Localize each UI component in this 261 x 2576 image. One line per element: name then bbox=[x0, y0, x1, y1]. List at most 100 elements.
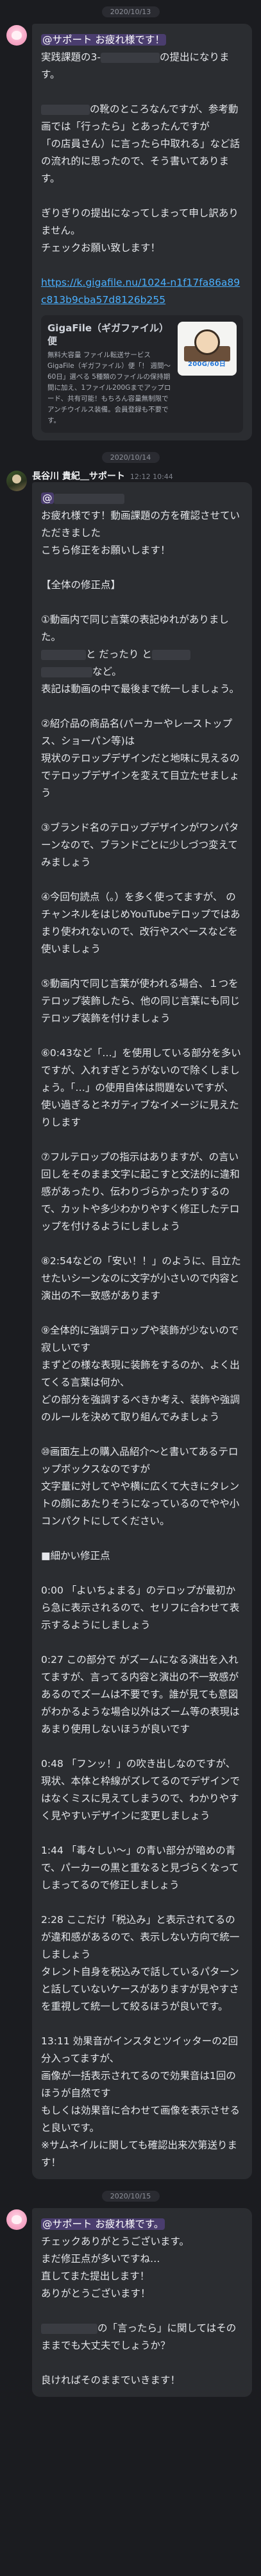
message-line: まずどの様な表現に装飾をするのか、よく出てくる言葉は何か、 bbox=[41, 1359, 240, 1388]
message-line: お疲れ様です！動画課題の方を確認させていただきました bbox=[41, 510, 240, 539]
mascot-face-icon bbox=[194, 329, 220, 355]
message-bubble: @ お疲れ様です！動画課題の方を確認させていただきました こちら修正をお願いしま… bbox=[32, 482, 252, 2179]
message-line: 「の店員さん）に言ったら中取れる」など話の流れ的に思ったので、そう書いてあります… bbox=[41, 138, 240, 184]
message-line: ①動画内で同じ言葉の表記ゆれがありました。 bbox=[41, 614, 229, 643]
message-line: ②紹介品の商品名(パーカーやレーストップス、ショーパン等)は bbox=[41, 718, 233, 747]
avatar[interactable] bbox=[6, 25, 27, 46]
message-line: 0:00 「よいちょまる」のテロップが最初から急に表示されるので、セリフに合わせ… bbox=[41, 1585, 240, 1631]
redacted-text bbox=[41, 666, 92, 677]
message-line: @ bbox=[41, 490, 243, 507]
message-line: ⑧2:54などの「安い！！」のように、目立たせたいシーンなのに文字が小さいので内… bbox=[41, 1255, 241, 1301]
message-header: 長谷川 貴紀＿サポート 12:12 10:44 bbox=[32, 469, 252, 482]
message-line: 現状のテロップデザインだと地味に見えるのでテロップデザインを変えて目立たせましょ… bbox=[41, 753, 240, 799]
message-line: ありがとうございます！ bbox=[41, 2288, 151, 2299]
message-line: 0:27 この部分で がズームになる演出を入れてますが、言ってる内容と演出の不一… bbox=[41, 1654, 240, 1735]
message-line: もしくは効果音に合わせて画像を表示させると良いです。 bbox=[41, 2105, 240, 2134]
message-line: どの部分を強調するべきか考え、装飾や強調のルールを決めて取り組んでみましょう bbox=[41, 1394, 240, 1423]
message-line: 直してまた提出します！ bbox=[41, 2270, 150, 2282]
message-line: の「言ったら」に関してはそのままでも大丈夫でしょうか？ bbox=[41, 2322, 237, 2351]
gigafile-link[interactable]: https://k.gigafile.nu/1024-n1f17fa86a89c… bbox=[41, 274, 243, 309]
message-line: ④今回句読点（。）を多く使ってますが、 のチャンネルをはじめYouTubeテロッ… bbox=[41, 891, 240, 955]
message-line: @サポート お疲れ様です！ bbox=[41, 31, 243, 49]
message-line: まだ修正点が多いですね… bbox=[41, 2253, 160, 2265]
message-line: 1:44 「毒々しい〜」の青い部分が暗めの青で、パーカーの黒と重なると見づらくな… bbox=[41, 1845, 239, 1891]
message-line: @サポート お疲れ様です。 bbox=[41, 2216, 243, 2233]
link-preview-description: 無料大容量 ファイル転送サービス GigaFile（ギガファイル）便「！ 週間～… bbox=[47, 351, 171, 424]
message-line: 13:11 効果音がインスタとツイッターの2回分入ってますが、 bbox=[41, 2035, 239, 2064]
link-preview-text: GigaFile（ギガファイル）便 無料大容量 ファイル転送サービス GigaF… bbox=[47, 322, 171, 426]
avatar[interactable] bbox=[6, 471, 27, 491]
message-line: 実践課題の3- の提出になります。 bbox=[41, 51, 230, 80]
link-preview-title: GigaFile（ギガファイル）便 bbox=[47, 322, 169, 347]
message-line: ⑩画面左上の購入品紹介〜と書いてあるテロップボックスなのですが bbox=[41, 1446, 239, 1475]
message-line: ⑥0:43など「…」を使用している部分を多いですが、入れすぎとうがないので除くし… bbox=[41, 1047, 241, 1128]
message-line: チェックお願い致します！ bbox=[41, 242, 161, 254]
timestamp: 12:12 10:44 bbox=[130, 473, 173, 481]
message-bubble: @サポート お疲れ様です！ 実践課題の3- の提出になります。 の靴のところなんで… bbox=[32, 24, 252, 440]
message-line: 0:48 「フンッ！」の吹き出しなのですが、現状、本体と枠線がズレてるのでデザイ… bbox=[41, 1758, 240, 1822]
redacted-text bbox=[151, 649, 190, 660]
chat-message: @サポート お疲れ様です！ 実践課題の3- の提出になります。 の靴のところなんで… bbox=[0, 24, 261, 440]
message-line: の靴のところなんですが、参考動画では「行ったら」とあったんですが bbox=[41, 103, 239, 132]
chat-message: 長谷川 貴紀＿サポート 12:12 10:44 @ お疲れ様です！動画課題の方を… bbox=[0, 469, 261, 2179]
date-separator: 2020/10/14 bbox=[101, 452, 160, 463]
message-line: チェックありがとうございます。 bbox=[41, 2236, 189, 2247]
message-line: ⑨全体的に強調テロップや装飾が少ないので寂しいです bbox=[41, 1325, 239, 1353]
message-line: 良ければそのままでいきます！ bbox=[41, 2374, 181, 2386]
message-line: ■細かい修正点 bbox=[41, 1550, 110, 1562]
mention[interactable]: @サポート お疲れ様です！ bbox=[41, 34, 166, 46]
mention[interactable]: @サポート お疲れ様です。 bbox=[41, 2218, 165, 2230]
message-line: と だったり と bbox=[41, 646, 243, 663]
sender-name[interactable]: 長谷川 貴紀＿サポート bbox=[32, 469, 125, 482]
link-preview-thumbnail: 200G/60日 bbox=[178, 322, 237, 376]
chat-message: @サポート お疲れ様です。 チェックありがとうございます。 まだ修正点が多いです… bbox=[0, 2208, 261, 2397]
redacted-text bbox=[41, 2323, 97, 2334]
mention[interactable]: @ bbox=[41, 492, 54, 504]
message-line: など。 bbox=[41, 663, 243, 681]
redacted-text bbox=[100, 52, 160, 63]
message-line: ⑤動画内で同じ言葉が使われる場合、１つをテロップ装飾したら、他の同じ言葉にも同じ… bbox=[41, 978, 240, 1024]
link-preview-card[interactable]: GigaFile（ギガファイル）便 無料大容量 ファイル転送サービス GigaF… bbox=[41, 315, 243, 433]
message-line: タレント自身を税込みで話しているパターンと話していないケースがありますが見やすさ… bbox=[41, 1966, 239, 2012]
message-line: 2:28 ここだけ「税込み」と表示されてるのが違和感があるので、表示しない方向で… bbox=[41, 1914, 240, 1960]
message-line: ③ブランド名のテロップデザインがワンパターンなので、ブランドごとに少しづつ変えて… bbox=[41, 822, 239, 868]
message-line: ⑦フルテロップの指示はありますが、の言い回しをそのまま文字に起こすと文法的に違和… bbox=[41, 1151, 240, 1232]
date-separator: 2020/10/13 bbox=[101, 6, 160, 17]
chat-thread: 2020/10/13 @サポート お疲れ様です！ 実践課題の3- の提出になります… bbox=[0, 0, 261, 2424]
message-line: 文字量に対してやや横に広くて大きにタレントの顔にあたりそうになっているのでやや小… bbox=[41, 1481, 240, 1527]
date-separator: 2020/10/15 bbox=[101, 2191, 160, 2202]
message-line: 【全体の修正点】 bbox=[41, 579, 121, 591]
message-bubble: @サポート お疲れ様です。 チェックありがとうございます。 まだ修正点が多いです… bbox=[32, 2208, 252, 2397]
avatar[interactable] bbox=[6, 2209, 27, 2230]
message-line: こちら修正をお願いします！ bbox=[41, 544, 171, 556]
message-line: 表記は動画の中で最後まで統一しましょう。 bbox=[41, 683, 240, 695]
redacted-text bbox=[41, 104, 90, 115]
message-line: ※サムネイルに関しても確認出来次第送ります！ bbox=[41, 2139, 237, 2168]
redacted-text bbox=[53, 493, 124, 504]
message-line: 画像が一括表示されてるので効果音は1回のほうが自然です bbox=[41, 2070, 236, 2099]
thumbnail-label: 200G/60日 bbox=[188, 361, 226, 368]
redacted-text bbox=[41, 649, 86, 660]
